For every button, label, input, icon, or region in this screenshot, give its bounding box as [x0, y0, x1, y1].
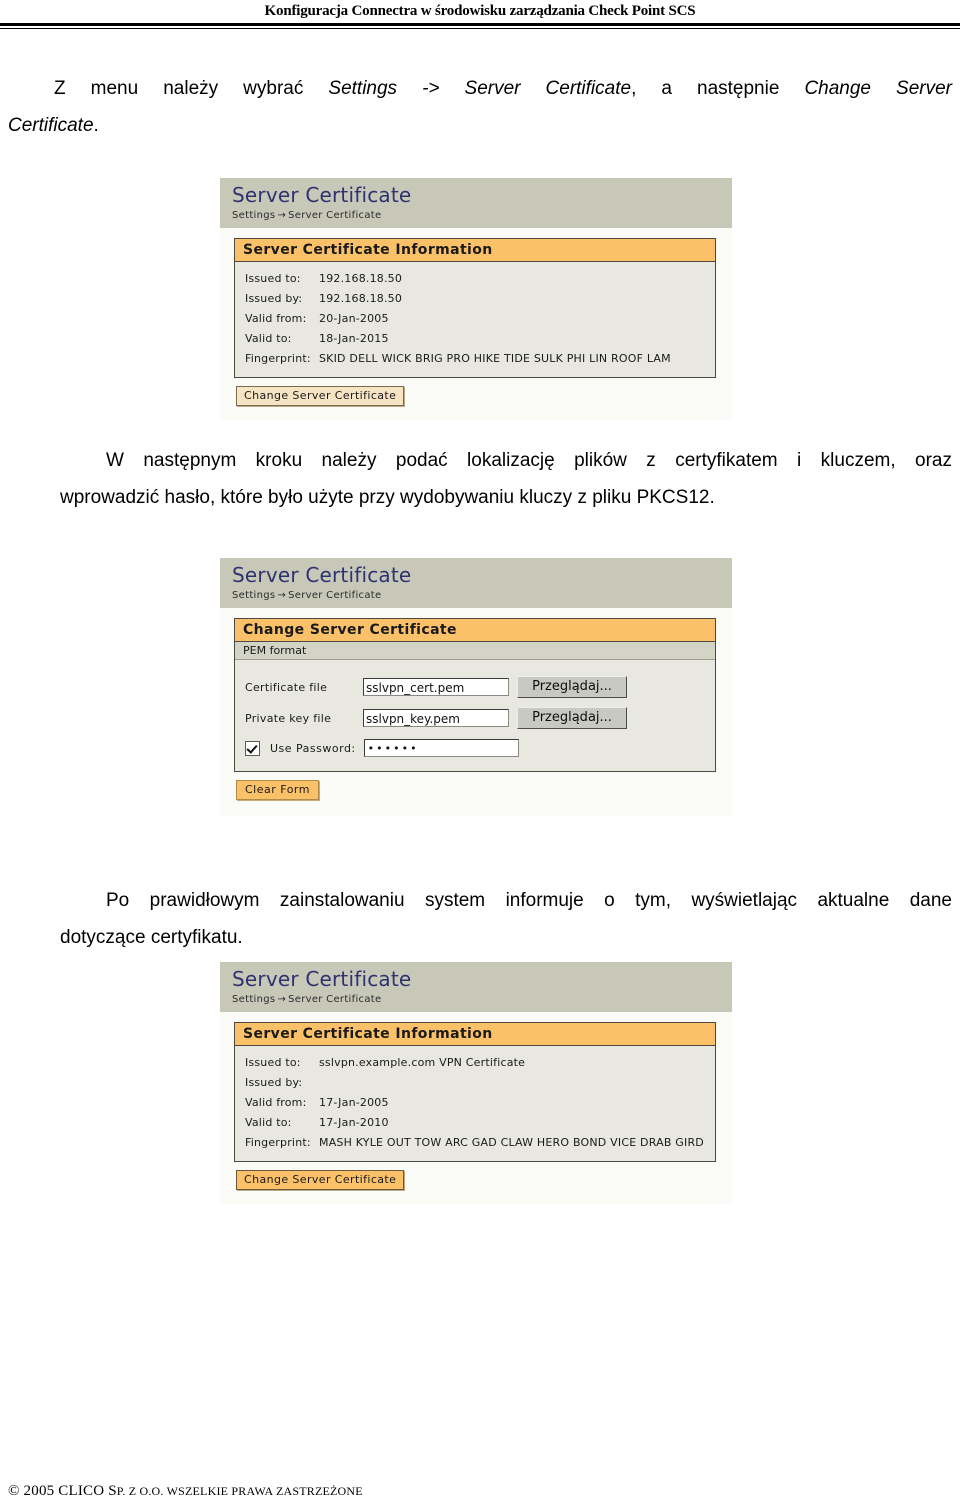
arrow-right-icon: →	[277, 210, 287, 221]
shot3-row-1-value	[319, 1073, 707, 1093]
shot1-app-title: Server Certificate	[232, 183, 412, 207]
arrow-right-icon: →	[277, 590, 287, 601]
private-key-file-label: Private key file	[245, 711, 332, 725]
header-rule-thin	[0, 28, 960, 29]
shot3-app-title: Server Certificate	[232, 967, 412, 991]
shot3-row-2-value: 17-Jan-2005	[319, 1096, 389, 1109]
shot3-row-3-value: 17-Jan-2010	[319, 1116, 389, 1129]
emphasis-settings-path: Settings -> Server Certificate	[328, 78, 632, 99]
shot2-banner: Server Certificate Settings → Server Certi…	[220, 558, 732, 608]
certificate-file-label: Certificate file	[245, 680, 328, 694]
emphasis-certificate: Certificate	[8, 115, 94, 136]
shot3-breadcrumb: Settings → Server Certificate	[232, 993, 720, 1007]
table-row: Issued by:	[245, 1073, 707, 1093]
shot1-row-2-label: Valid from:	[245, 312, 307, 325]
shot2-body: Change Server Certificate PEM format Cer…	[220, 608, 732, 816]
shot3-breadcrumb-root[interactable]: Settings	[232, 994, 275, 1005]
table-row: Issued by: 192.168.18.50	[245, 289, 707, 309]
shot1-row-3-value: 18-Jan-2015	[319, 332, 389, 345]
password-input[interactable]: ••••••	[363, 739, 519, 757]
shot3-breadcrumb-leaf[interactable]: Server Certificate	[288, 994, 381, 1005]
change-server-certificate-button[interactable]: Change Server Certificate	[236, 386, 405, 406]
shot2-panel-title: Change Server Certificate	[235, 619, 715, 642]
footer-copyright-sc2: SZELKIE PRAWA ZASTRZEŻONE	[178, 1484, 363, 1498]
shot2-breadcrumb: Settings → Server Certificate	[232, 589, 720, 603]
table-row: Valid from: 20-Jan-2005	[245, 309, 707, 329]
screenshot-server-certificate-info-initial: Server Certificate Settings → Server Certi…	[220, 178, 732, 420]
shot3-row-0-label: Issued to:	[245, 1056, 301, 1069]
shot2-breadcrumb-leaf[interactable]: Server Certificate	[288, 590, 381, 601]
shot2-panel-inner: Certificate file sslvpn_cert.pem Przeglą…	[235, 660, 715, 771]
certificate-file-input[interactable]: sslvpn_cert.pem	[363, 678, 509, 696]
shot2-breadcrumb-root[interactable]: Settings	[232, 590, 275, 601]
table-row: Valid to: 17-Jan-2010	[245, 1113, 707, 1133]
certificate-file-browse-button[interactable]: Przeglądaj...	[517, 676, 627, 698]
running-head-text: Konfiguracja Connectra w środowisku zarz…	[264, 3, 696, 19]
screenshot-server-certificate-info-installed: Server Certificate Settings → Server Certi…	[220, 962, 732, 1204]
shot1-info-panel: Server Certificate Information Issued to…	[234, 238, 716, 378]
use-password-row: Use Password: ••••••	[245, 739, 707, 757]
clear-form-button[interactable]: Clear Form	[236, 780, 319, 800]
shot1-breadcrumb: Settings → Server Certificate	[232, 209, 720, 223]
shot3-row-1-label: Issued by:	[245, 1076, 303, 1089]
paragraph-next-step-line-2: wprowadzić hasło, które było użyte przy …	[60, 487, 715, 508]
change-server-certificate-button[interactable]: Change Server Certificate	[236, 1170, 405, 1190]
shot3-row-4-label: Fingerprint:	[245, 1136, 311, 1149]
footer-copyright-a: © 2005 CLICO S	[8, 1483, 117, 1499]
table-row: Issued to: 192.168.18.50	[245, 269, 707, 289]
table-row: Fingerprint: MASH KYLE OUT TOW ARC GAD C…	[245, 1133, 707, 1153]
shot1-row-3-label: Valid to:	[245, 332, 292, 345]
table-row: Issued to: sslvpn.example.com VPN Certif…	[245, 1053, 707, 1073]
shot1-panel-title: Server Certificate Information	[235, 239, 715, 262]
emphasis-change-server: Change Server	[804, 78, 952, 99]
shot1-panel-inner: Issued to: 192.168.18.50 Issued by: 192.…	[235, 262, 715, 377]
paragraph-intro-line-2: Certificate.	[8, 115, 99, 136]
shot2-form-panel: Change Server Certificate PEM format Cer…	[234, 618, 716, 772]
page-footer: © 2005 CLICO SP. Z O.O. WSZELKIE PRAWA Z…	[8, 1483, 363, 1500]
screenshot-change-server-certificate-form: Server Certificate Settings → Server Certi…	[220, 558, 732, 816]
table-row: Valid to: 18-Jan-2015	[245, 329, 707, 349]
table-row: Fingerprint: SKID DELL WICK BRIG PRO HIK…	[245, 349, 707, 369]
private-key-file-row: Private key file sslvpn_key.pem Przegląd…	[245, 707, 707, 729]
shot2-app-title: Server Certificate	[232, 563, 412, 587]
shot1-row-0-label: Issued to:	[245, 272, 301, 285]
shot2-panel-subtitle: PEM format	[235, 642, 715, 660]
shot3-info-panel: Server Certificate Information Issued to…	[234, 1022, 716, 1162]
shot1-breadcrumb-leaf[interactable]: Server Certificate	[288, 210, 381, 221]
use-password-checkbox[interactable]	[245, 740, 260, 756]
shot1-body: Server Certificate Information Issued to…	[220, 228, 732, 420]
page-running-head: Konfiguracja Connectra w środowisku zarz…	[0, 0, 960, 29]
shot1-banner: Server Certificate Settings → Server Certi…	[220, 178, 732, 228]
private-key-file-input[interactable]: sslvpn_key.pem	[363, 709, 509, 727]
paragraph-intro: Z menu należy wybrać Settings -> Server …	[8, 70, 952, 144]
paragraph-intro-line-1: Z menu należy wybrać Settings -> Server …	[54, 78, 952, 99]
shot1-row-1-label: Issued by:	[245, 292, 303, 305]
certificate-file-row: Certificate file sslvpn_cert.pem Przeglą…	[245, 676, 707, 698]
paragraph-result: Po prawidłowym zainstalowaniu system inf…	[60, 882, 952, 956]
footer-copyright-mid: . Z O.O. W	[122, 1484, 179, 1498]
shot3-row-2-label: Valid from:	[245, 1096, 307, 1109]
paragraph-next-step: W następnym kroku należy podać lokalizac…	[60, 442, 952, 516]
shot1-row-4-label: Fingerprint:	[245, 352, 311, 365]
shot3-body: Server Certificate Information Issued to…	[220, 1012, 732, 1204]
private-key-file-browse-button[interactable]: Przeglądaj...	[517, 707, 627, 729]
shot1-row-0-value: 192.168.18.50	[319, 272, 403, 285]
arrow-right-icon: →	[277, 994, 287, 1005]
shot3-panel-inner: Issued to: sslvpn.example.com VPN Certif…	[235, 1046, 715, 1161]
shot1-row-4-value: SKID DELL WICK BRIG PRO HIKE TIDE SULK P…	[319, 352, 671, 365]
shot3-row-0-value: sslvpn.example.com VPN Certificate	[319, 1056, 526, 1069]
shot3-row-3-label: Valid to:	[245, 1116, 292, 1129]
shot3-row-4-value: MASH KYLE OUT TOW ARC GAD CLAW HERO BOND…	[319, 1136, 704, 1149]
table-row: Valid from: 17-Jan-2005	[245, 1093, 707, 1113]
shot3-banner: Server Certificate Settings → Server Certi…	[220, 962, 732, 1012]
shot1-row-2-value: 20-Jan-2005	[319, 312, 389, 325]
header-rule-thick	[0, 23, 960, 26]
shot3-panel-title: Server Certificate Information	[235, 1023, 715, 1046]
shot1-breadcrumb-root[interactable]: Settings	[232, 210, 275, 221]
paragraph-next-step-line-1: W następnym kroku należy podać lokalizac…	[106, 450, 952, 471]
use-password-label: Use Password:	[270, 741, 356, 755]
paragraph-result-line-1: Po prawidłowym zainstalowaniu system inf…	[106, 890, 952, 911]
shot1-row-1-value: 192.168.18.50	[319, 292, 403, 305]
paragraph-result-line-2: dotyczące certyfikatu.	[60, 927, 243, 948]
